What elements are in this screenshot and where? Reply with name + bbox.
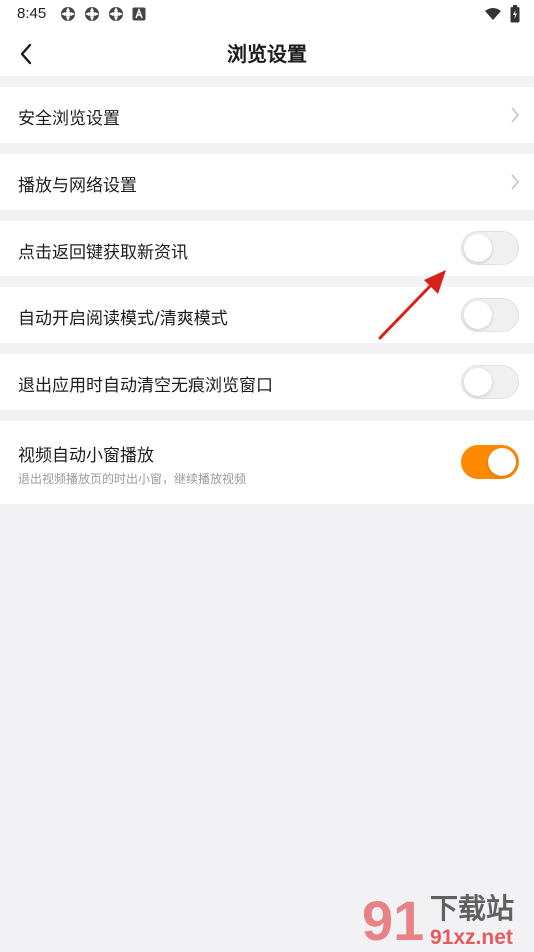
back-key-refresh-label: 点击返回键获取新资讯 — [18, 243, 188, 263]
back-key-refresh-toggle[interactable] — [461, 231, 519, 265]
chevron-right-icon — [511, 174, 520, 190]
status-bar: 8:45 — [0, 0, 534, 28]
app-notification-icon — [109, 7, 123, 21]
auto-reader-mode-item: 自动开启阅读模式/清爽模式 — [0, 287, 534, 343]
status-time: 8:45 — [17, 5, 47, 22]
watermark-logo: 91 — [362, 890, 424, 948]
toggle-knob — [464, 234, 492, 262]
site-watermark: 91 下载站 91xz.net — [360, 889, 530, 952]
chevron-right-icon — [511, 107, 520, 123]
watermark-logo-icon: 91 下载站 91xz.net — [362, 889, 514, 952]
watermark-title: 下载站 — [430, 892, 514, 925]
page-header: 浏览设置 — [0, 28, 534, 76]
safe-browsing-settings-item[interactable]: 安全浏览设置 — [0, 87, 534, 143]
video-mini-window-toggle[interactable] — [461, 445, 519, 479]
app-notification-icon — [61, 7, 75, 21]
annotation-arrow-icon — [378, 270, 446, 340]
playback-network-label: 播放与网络设置 — [18, 176, 137, 196]
auto-reader-mode-toggle[interactable] — [461, 298, 519, 332]
toggle-knob — [464, 301, 492, 329]
battery-icon — [510, 5, 520, 23]
video-mini-window-description: 退出视频播放页的时出小窗，继续播放视频 — [18, 472, 247, 486]
clear-incognito-on-exit-item: 退出应用时自动清空无痕浏览窗口 — [0, 354, 534, 410]
toggle-knob — [488, 448, 516, 476]
notification-icons — [60, 6, 146, 22]
video-mini-window-label: 视频自动小窗播放 — [18, 446, 154, 466]
video-mini-window-item: 视频自动小窗播放 退出视频播放页的时出小窗，继续播放视频 — [0, 421, 534, 504]
safe-browsing-label: 安全浏览设置 — [18, 109, 120, 129]
a-notification-icon — [132, 7, 146, 21]
back-key-refresh-item: 点击返回键获取新资讯 — [0, 221, 534, 276]
watermark-domain: 91xz.net — [430, 926, 513, 948]
wifi-icon — [485, 8, 501, 20]
auto-reader-mode-label: 自动开启阅读模式/清爽模式 — [18, 309, 228, 329]
page-title: 浏览设置 — [227, 42, 307, 66]
playback-network-settings-item[interactable]: 播放与网络设置 — [0, 154, 534, 210]
system-icons — [484, 5, 520, 23]
clear-incognito-label: 退出应用时自动清空无痕浏览窗口 — [18, 376, 273, 396]
clear-incognito-toggle[interactable] — [461, 365, 519, 399]
toggle-knob — [464, 368, 492, 396]
app-notification-icon — [85, 7, 99, 21]
